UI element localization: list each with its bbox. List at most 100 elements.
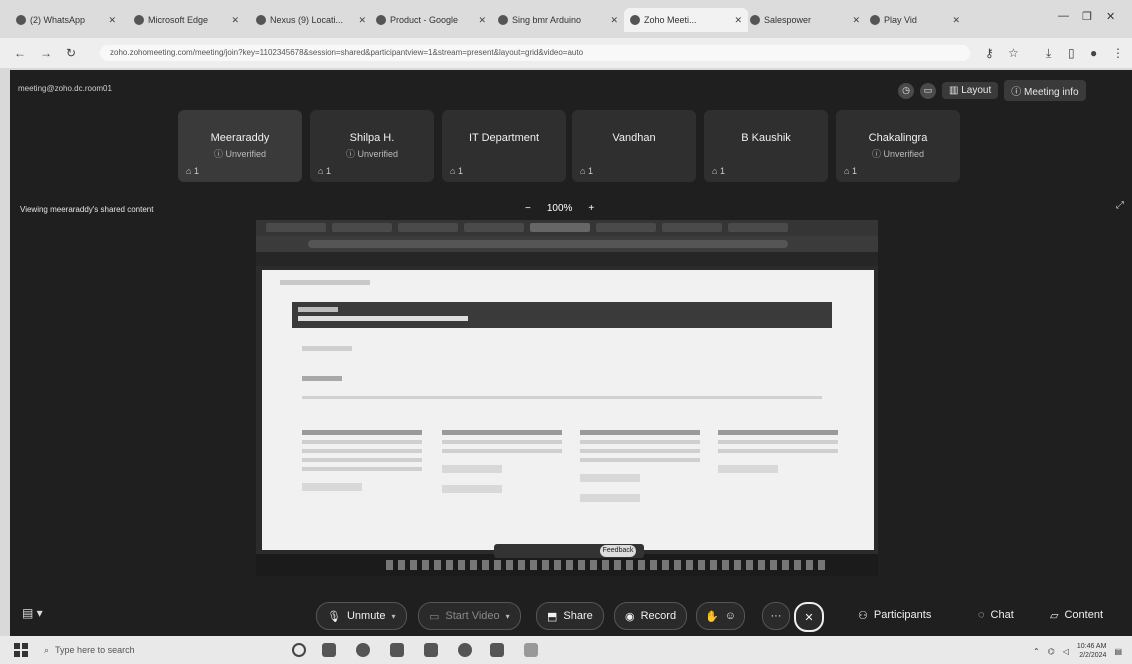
expand-icon[interactable]: ⤢ xyxy=(1116,200,1124,211)
windows-start-icon[interactable] xyxy=(14,643,28,657)
favicon-icon xyxy=(376,15,386,25)
count-value: 1 xyxy=(325,166,331,176)
download-icon[interactable]: ⤓ xyxy=(1046,46,1051,61)
close-icon[interactable]: ✕ xyxy=(734,15,742,26)
edge-icon[interactable] xyxy=(356,643,370,657)
layout-label: Layout xyxy=(961,85,992,96)
browser-tab-active[interactable]: Zoho Meeti... ✕ xyxy=(624,8,748,32)
sidebar-icon[interactable]: ▯ xyxy=(1068,46,1075,60)
participant-count: ⌂ 1 xyxy=(186,166,199,176)
browser-tab[interactable]: Microsoft Edge ✕ xyxy=(128,8,245,32)
forward-icon[interactable]: → xyxy=(40,46,52,60)
start-video-button[interactable]: ▭ Start Video ▾ xyxy=(418,602,521,630)
close-icon[interactable]: ✕ xyxy=(358,15,366,26)
app-icon[interactable] xyxy=(524,643,538,657)
close-icon[interactable]: ✕ xyxy=(852,15,860,26)
layout-button[interactable]: ▥ Layout xyxy=(942,82,999,99)
shared-screen[interactable]: Feedback xyxy=(256,220,878,576)
close-icon[interactable]: ✕ xyxy=(108,15,116,26)
chevron-up-icon[interactable]: ⌃ xyxy=(1033,647,1040,656)
viewing-label: Viewing meeraraddy's shared content xyxy=(20,205,154,214)
leave-call-button[interactable]: ✕ xyxy=(794,602,824,632)
participant-tile[interactable]: Shilpa H. ⓘ Unverified ⌂ 1 xyxy=(310,110,434,182)
windows-taskbar: ⌕ Type here to search ⌃ ⌬ ◁ 10:46 AM 2/2… xyxy=(0,636,1132,664)
favicon-icon xyxy=(16,15,26,25)
chevron-down-icon[interactable]: ▾ xyxy=(506,612,510,621)
app-icon[interactable] xyxy=(390,643,404,657)
close-icon[interactable]: ✕ xyxy=(610,15,618,26)
content-button[interactable]: ▱ Content xyxy=(1040,602,1113,628)
participant-tile[interactable]: Vandhan ⌂ 1 xyxy=(572,110,696,182)
feedback-button[interactable]: Feedback xyxy=(600,545,636,557)
tab-label: Zoho Meeti... xyxy=(644,15,697,25)
close-icon[interactable]: ✕ xyxy=(478,15,486,26)
url-field[interactable]: zoho.zohomeeting.com/meeting/join?key=11… xyxy=(100,45,970,61)
participant-name: IT Department xyxy=(468,132,540,144)
favicon-icon xyxy=(134,15,144,25)
widgets-icon[interactable] xyxy=(322,643,336,657)
notification-icon[interactable]: ▤ xyxy=(1114,647,1122,656)
participant-tile[interactable]: Meeraraddy ⓘ Unverified ⌂ 1 xyxy=(178,110,302,182)
participants-button[interactable]: ⚇ Participants xyxy=(848,602,941,628)
participant-count: ⌂ 1 xyxy=(580,166,593,176)
browser-tab[interactable]: Product - Google ✕ xyxy=(370,8,492,32)
chat-label: Chat xyxy=(990,609,1014,621)
reactions-button[interactable]: ✋ ☺ xyxy=(696,602,745,630)
browser-tab[interactable]: Salespower ✕ xyxy=(744,8,866,32)
network-icon[interactable]: ⌬ xyxy=(1048,647,1055,656)
zoom-out-button[interactable]: − xyxy=(525,203,531,214)
taskbar-search[interactable]: ⌕ Type here to search xyxy=(44,641,270,659)
clock-date: 2/2/2024 xyxy=(1079,652,1107,659)
record-button[interactable]: ◉ Record xyxy=(614,602,688,630)
participant-tile[interactable]: Chakalingra ⓘ Unverified ⌂ 1 xyxy=(836,110,960,182)
volume-icon[interactable]: ◁ xyxy=(1063,647,1069,656)
zoom-value: 100% xyxy=(546,203,573,214)
reload-icon[interactable]: ↻ xyxy=(66,46,76,60)
shared-tab-bar xyxy=(256,220,878,236)
chevron-down-icon[interactable]: ▾ xyxy=(392,612,396,621)
view-options-icon[interactable]: ▤ ▾ xyxy=(22,606,43,620)
caption-icon[interactable]: ▭ xyxy=(920,82,936,99)
maximize-button[interactable]: ❐ xyxy=(1082,10,1092,23)
participant-count: ⌂ 1 xyxy=(844,166,857,176)
share-button[interactable]: ⬒ Share xyxy=(536,602,604,630)
zoom-in-button[interactable]: + xyxy=(588,203,594,214)
favicon-icon xyxy=(498,15,508,25)
browser-tab[interactable]: Nexus (9) Locati... ✕ xyxy=(250,8,372,32)
chat-button[interactable]: ◌ Chat xyxy=(968,602,1024,628)
close-icon[interactable]: ✕ xyxy=(952,15,960,26)
count-value: 1 xyxy=(587,166,593,176)
close-window-button[interactable]: ✕ xyxy=(1106,10,1115,23)
browser-tab[interactable]: (2) WhatsApp ✕ xyxy=(10,8,122,32)
mic-off-icon: 🎙 xyxy=(327,610,341,623)
task-view-icon[interactable] xyxy=(292,643,306,657)
tab-label: Play Vid xyxy=(884,15,917,25)
mail-icon[interactable] xyxy=(424,643,438,657)
search-placeholder: Type here to search xyxy=(55,645,135,655)
store-icon[interactable] xyxy=(490,643,504,657)
more-options-button[interactable]: ··· xyxy=(762,602,790,630)
leave-icon: ✕ xyxy=(804,611,814,624)
participant-tile[interactable]: B Kaushik ⌂ 1 xyxy=(704,110,828,182)
chrome-icon[interactable] xyxy=(458,643,472,657)
star-icon[interactable]: ☆ xyxy=(1008,46,1019,60)
clock[interactable]: 10:46 AM 2/2/2024 xyxy=(1077,642,1107,660)
key-icon[interactable]: ⚷ xyxy=(985,46,994,60)
meeting-info-button[interactable]: ⓘ Meeting info xyxy=(1004,80,1086,101)
unmute-button[interactable]: 🎙 Unmute ▾ xyxy=(316,602,407,630)
share-icon: ⬒ xyxy=(547,610,558,623)
profile-icon[interactable]: ● xyxy=(1090,46,1097,60)
meeting-area: meeting@zoho.dc.room01 ◷ ▭ ▥ Layout ⓘ Me… xyxy=(10,70,1132,636)
menu-icon[interactable]: ⋮ xyxy=(1112,46,1124,60)
count-value: 1 xyxy=(457,166,463,176)
address-bar-row: ← → ↻ zoho.zohomeeting.com/meeting/join?… xyxy=(0,38,1132,68)
back-icon[interactable]: ← xyxy=(14,46,26,60)
count-value: 1 xyxy=(193,166,199,176)
close-icon[interactable]: ✕ xyxy=(231,15,239,26)
shared-page xyxy=(262,270,874,550)
timer-icon[interactable]: ◷ xyxy=(898,82,914,99)
browser-tab[interactable]: Play Vid ✕ xyxy=(864,8,966,32)
participant-tile[interactable]: IT Department ⌂ 1 xyxy=(442,110,566,182)
minimize-button[interactable]: — xyxy=(1058,10,1069,22)
browser-tab[interactable]: Sing bmr Arduino ✕ xyxy=(492,8,624,32)
